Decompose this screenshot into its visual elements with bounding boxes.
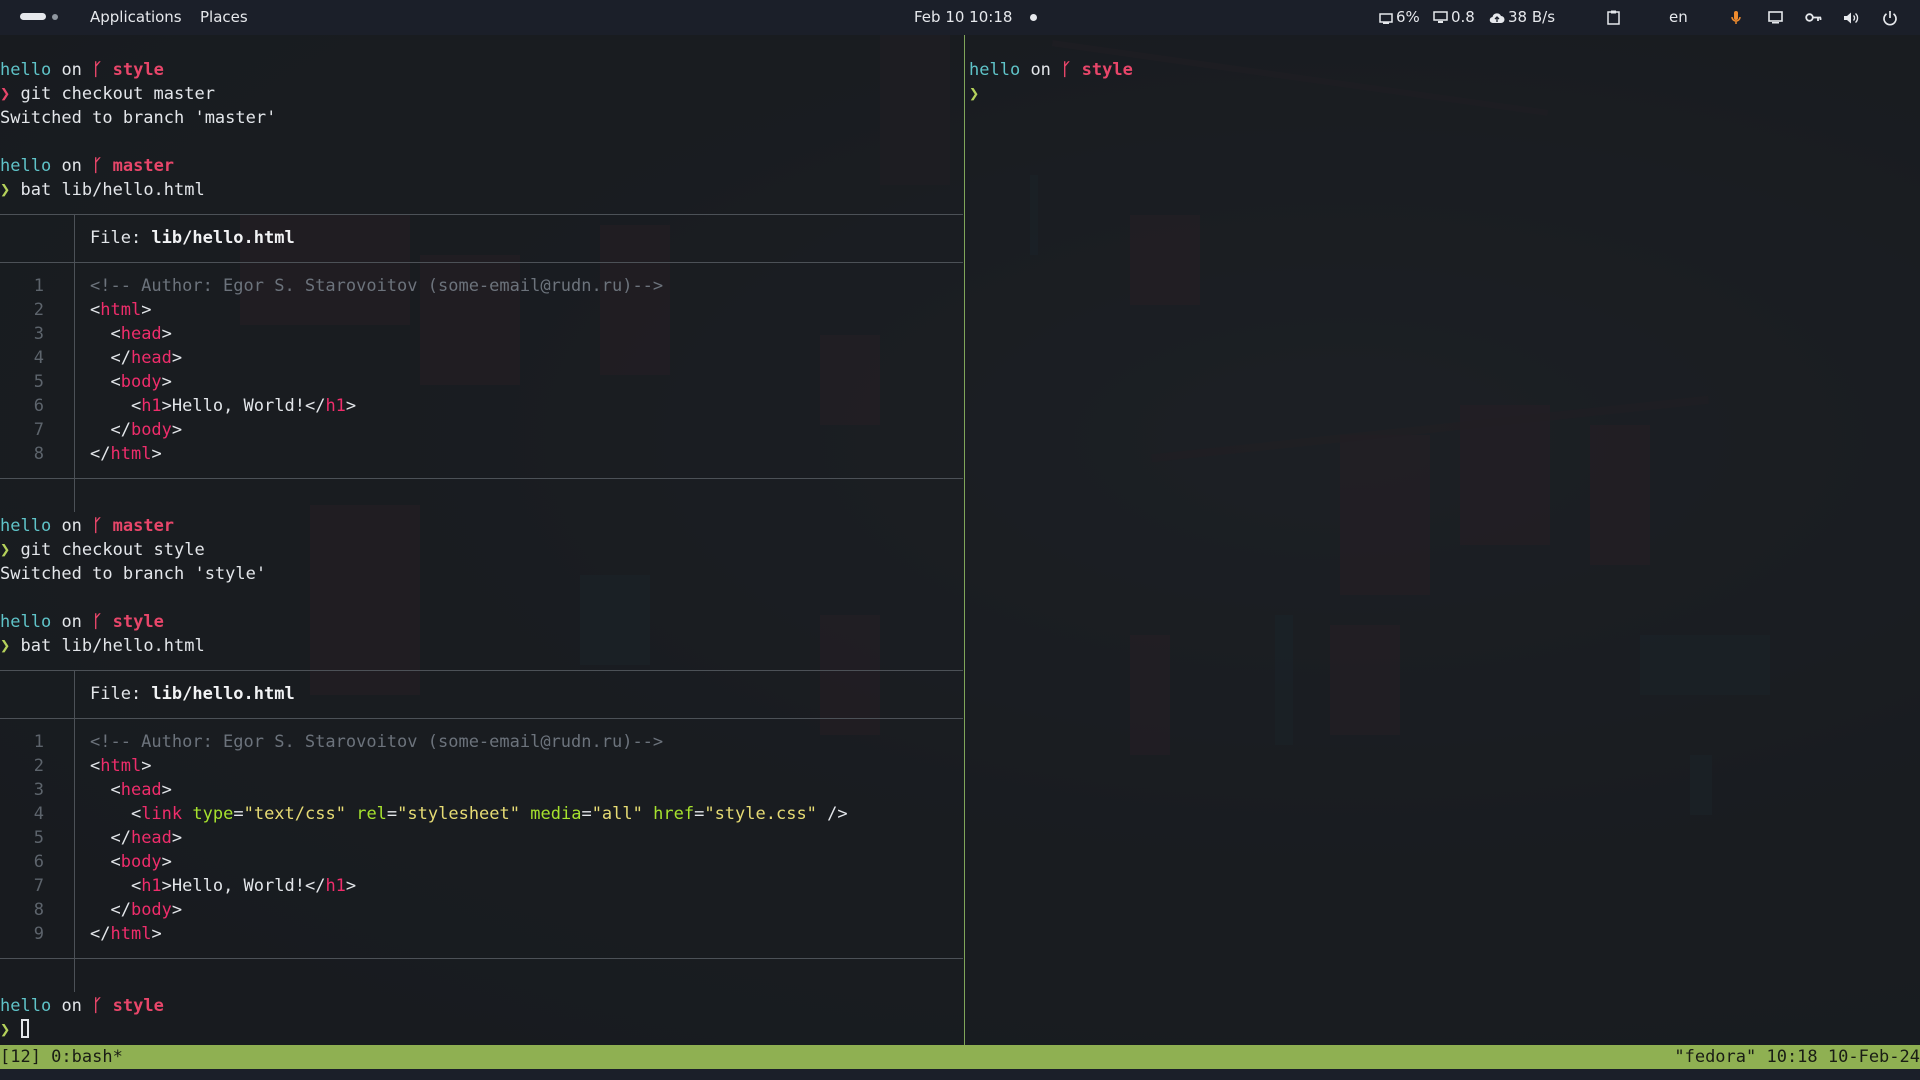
key-icon [1805, 12, 1822, 23]
command-line: ❯ bat lib/hello.html [0, 180, 205, 200]
code-line: 9 </html> [33, 924, 162, 944]
keyring-button[interactable] [1805, 0, 1822, 35]
code-line: 7 <h1>Hello, World!</h1> [33, 876, 357, 896]
cpu-icon [1379, 12, 1393, 24]
command-line: ❯ git checkout master [0, 84, 215, 104]
tmux-window-list[interactable]: [12] 0:bash* [0, 1045, 123, 1069]
bat-border-bottom [0, 958, 963, 959]
microphone-button[interactable] [1730, 0, 1742, 35]
bat-border-top [0, 670, 963, 671]
cpu-value: 6% [1396, 8, 1420, 26]
network-value: 38 B/s [1508, 8, 1556, 26]
bat-gutter [74, 718, 75, 992]
keyboard-layout[interactable]: en [1669, 0, 1688, 35]
screen-icon [1768, 11, 1783, 24]
bat-border-mid [0, 718, 963, 719]
prompt-line: hello on ᚴ style [969, 60, 1133, 80]
microphone-icon [1730, 10, 1742, 26]
command-line: ❯ bat lib/hello.html [0, 636, 205, 656]
prompt-line: hello on ᚴ style [0, 996, 164, 1016]
code-line: 3 <head> [33, 324, 172, 344]
places-menu[interactable]: Places [200, 0, 248, 35]
bat-border-bottom [0, 478, 963, 479]
code-line: 7 </body> [33, 420, 183, 440]
code-line: 3 <head> [33, 780, 172, 800]
code-line: 8 </html> [33, 444, 162, 464]
prompt-line: hello on ᚴ master [0, 516, 175, 536]
volume-button[interactable] [1843, 0, 1859, 35]
cloud-upload-icon [1489, 12, 1505, 24]
code-line: 4 <link type="text/css" rel="stylesheet"… [33, 804, 848, 824]
prompt-line: hello on ᚴ master [0, 156, 175, 176]
active-input-line[interactable]: ❯ [969, 82, 979, 106]
workspace-dot [52, 13, 58, 20]
clipboard-button[interactable] [1607, 0, 1620, 35]
bat-border-top [0, 214, 963, 215]
active-input-line[interactable]: ❯ [0, 1018, 29, 1042]
top-panel: Applications Places Feb 10 10:18 6% 0.8 … [0, 0, 1920, 35]
bottom-edge [0, 1069, 1920, 1080]
code-line: 2 <html> [33, 300, 152, 320]
text-cursor [20, 1019, 29, 1038]
terminal-window[interactable]: hello on ᚴ style ❯ git checkout master S… [0, 35, 1920, 1045]
code-line: 1 <!-- Author: Egor S. Starovoitov (some-… [33, 276, 664, 296]
code-line: 4 </head> [33, 348, 183, 368]
bat-gutter [74, 670, 75, 718]
clock[interactable]: Feb 10 10:18 [914, 0, 1012, 35]
code-line: 8 </body> [33, 900, 183, 920]
applications-menu[interactable]: Applications [90, 0, 182, 35]
bat-border-mid [0, 262, 963, 263]
bat-file-header: File: lib/hello.html [90, 684, 295, 704]
prompt-line: hello on ᚴ style [0, 612, 164, 632]
network-monitor[interactable]: 38 B/s [1489, 0, 1555, 35]
screen-button[interactable] [1768, 0, 1783, 35]
power-icon [1882, 10, 1898, 26]
code-line: 5 </head> [33, 828, 183, 848]
notification-dot [1030, 14, 1037, 21]
bat-gutter [74, 262, 75, 512]
command-line: ❯ git checkout style [0, 540, 205, 560]
tmux-pane-right[interactable]: hello on ᚴ style ❯ [965, 35, 1920, 1045]
tmux-status-bar: [12] 0:bash* "fedora" 10:18 10-Feb-24 [0, 1045, 1920, 1069]
bat-gutter [74, 214, 75, 262]
cpu-monitor[interactable]: 6% [1379, 0, 1420, 35]
load-value: 0.8 [1451, 8, 1475, 26]
load-monitor[interactable]: 0.8 [1433, 0, 1475, 35]
workspace-indicator[interactable] [20, 13, 58, 20]
bat-file-header: File: lib/hello.html [90, 228, 295, 248]
clipboard-icon [1607, 10, 1620, 25]
code-line: 6 <body> [33, 852, 172, 872]
code-line: 6 <h1>Hello, World!</h1> [33, 396, 357, 416]
monitor-icon [1433, 11, 1448, 24]
tmux-pane-left[interactable]: hello on ᚴ style ❯ git checkout master S… [0, 35, 963, 1045]
command-output: Switched to branch 'master' [0, 108, 277, 128]
code-line: 2 <html> [33, 756, 152, 776]
command-output: Switched to branch 'style' [0, 564, 267, 584]
code-line: 1 <!-- Author: Egor S. Starovoitov (some-… [33, 732, 664, 752]
power-button[interactable] [1882, 0, 1898, 35]
workspace-active-pill [20, 13, 46, 20]
prompt-line: hello on ᚴ style [0, 60, 164, 80]
code-line: 5 <body> [33, 372, 172, 392]
volume-icon [1843, 11, 1859, 25]
tmux-status-right: "fedora" 10:18 10-Feb-24 [1674, 1047, 1920, 1067]
